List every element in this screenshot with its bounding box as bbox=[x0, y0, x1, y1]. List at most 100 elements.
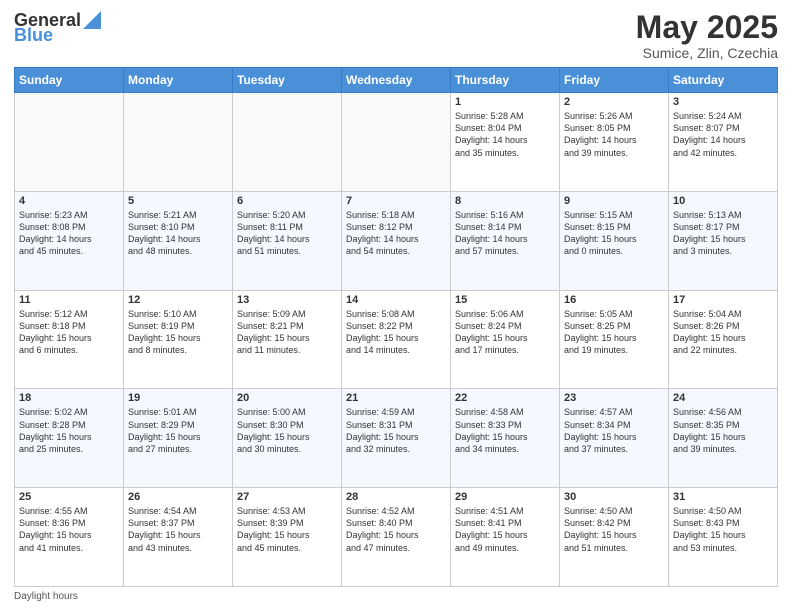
calendar-cell: 6 Sunrise: 5:20 AM Sunset: 8:11 PM Daylig… bbox=[233, 191, 342, 290]
day-number: 15 bbox=[455, 294, 555, 306]
calendar-cell: 26 Sunrise: 4:54 AM Sunset: 8:37 PM Dayli… bbox=[124, 488, 233, 587]
day-number: 18 bbox=[19, 392, 119, 404]
calendar-cell: 3 Sunrise: 5:24 AM Sunset: 8:07 PM Daylig… bbox=[669, 93, 778, 192]
col-thursday: Thursday bbox=[451, 68, 560, 93]
cell-content: Sunrise: 4:50 AM Sunset: 8:43 PM Dayligh… bbox=[673, 505, 773, 554]
cell-content: Sunrise: 5:28 AM Sunset: 8:04 PM Dayligh… bbox=[455, 110, 555, 159]
calendar-cell: 28Sunrise: 4:52 AM Sunset: 8:40 PM Dayli… bbox=[342, 488, 451, 587]
cell-content: Sunrise: 4:58 AM Sunset: 8:33 PM Dayligh… bbox=[455, 406, 555, 455]
day-number: 1 bbox=[455, 96, 555, 108]
calendar-header-row: Sunday Monday Tuesday Wednesday Thursday… bbox=[15, 68, 778, 93]
cell-content: Sunrise: 5:13 AM Sunset: 8:17 PM Dayligh… bbox=[673, 209, 773, 258]
calendar-cell bbox=[124, 93, 233, 192]
calendar-cell: 17 Sunrise: 5:04 AM Sunset: 8:26 PM Dayli… bbox=[669, 290, 778, 389]
col-saturday: Saturday bbox=[669, 68, 778, 93]
calendar-cell: 13 Sunrise: 5:09 AM Sunset: 8:21 PM Dayli… bbox=[233, 290, 342, 389]
day-number: 12 bbox=[128, 294, 228, 306]
cell-content: Sunrise: 5:26 AM Sunset: 8:05 PM Dayligh… bbox=[564, 110, 664, 159]
cell-content: Sunrise: 5:15 AM Sunset: 8:15 PM Dayligh… bbox=[564, 209, 664, 258]
calendar-cell: 2Sunrise: 5:26 AM Sunset: 8:05 PM Daylig… bbox=[560, 93, 669, 192]
cell-content: Sunrise: 4:53 AM Sunset: 8:39 PM Dayligh… bbox=[237, 505, 337, 554]
day-number: 20 bbox=[237, 392, 337, 404]
calendar-cell: 12 Sunrise: 5:10 AM Sunset: 8:19 PM Dayli… bbox=[124, 290, 233, 389]
calendar-cell: 30Sunrise: 4:50 AM Sunset: 8:42 PM Dayli… bbox=[560, 488, 669, 587]
day-number: 28 bbox=[346, 491, 446, 503]
cell-content: Sunrise: 4:51 AM Sunset: 8:41 PM Dayligh… bbox=[455, 505, 555, 554]
cell-content: Sunrise: 5:09 AM Sunset: 8:21 PM Dayligh… bbox=[237, 308, 337, 357]
day-number: 9 bbox=[564, 195, 664, 207]
day-number: 26 bbox=[128, 491, 228, 503]
cell-content: Sunrise: 5:21 AM Sunset: 8:10 PM Dayligh… bbox=[128, 209, 228, 258]
calendar-cell: 27 Sunrise: 4:53 AM Sunset: 8:39 PM Dayli… bbox=[233, 488, 342, 587]
footer-note: Daylight hours bbox=[14, 591, 778, 602]
day-number: 17 bbox=[673, 294, 773, 306]
page: General Blue May 2025 Sumice, Zlin, Czec… bbox=[0, 0, 792, 612]
col-friday: Friday bbox=[560, 68, 669, 93]
cell-content: Sunrise: 5:04 AM Sunset: 8:26 PM Dayligh… bbox=[673, 308, 773, 357]
cell-content: Sunrise: 5:00 AM Sunset: 8:30 PM Dayligh… bbox=[237, 406, 337, 455]
calendar-cell: 20 Sunrise: 5:00 AM Sunset: 8:30 PM Dayli… bbox=[233, 389, 342, 488]
calendar-cell: 11Sunrise: 5:12 AM Sunset: 8:18 PM Dayli… bbox=[15, 290, 124, 389]
cell-content: Sunrise: 5:08 AM Sunset: 8:22 PM Dayligh… bbox=[346, 308, 446, 357]
cell-content: Sunrise: 5:16 AM Sunset: 8:14 PM Dayligh… bbox=[455, 209, 555, 258]
day-number: 27 bbox=[237, 491, 337, 503]
cell-content: Sunrise: 5:06 AM Sunset: 8:24 PM Dayligh… bbox=[455, 308, 555, 357]
week-row-1: 1 Sunrise: 5:28 AM Sunset: 8:04 PM Daylig… bbox=[15, 93, 778, 192]
title-location: Sumice, Zlin, Czechia bbox=[636, 45, 778, 61]
day-number: 31 bbox=[673, 491, 773, 503]
cell-content: Sunrise: 5:10 AM Sunset: 8:19 PM Dayligh… bbox=[128, 308, 228, 357]
day-number: 24 bbox=[673, 392, 773, 404]
day-number: 19 bbox=[128, 392, 228, 404]
calendar-cell: 8 Sunrise: 5:16 AM Sunset: 8:14 PM Daylig… bbox=[451, 191, 560, 290]
calendar-cell: 24Sunrise: 4:56 AM Sunset: 8:35 PM Dayli… bbox=[669, 389, 778, 488]
calendar-cell: 18 Sunrise: 5:02 AM Sunset: 8:28 PM Dayli… bbox=[15, 389, 124, 488]
calendar-cell: 25 Sunrise: 4:55 AM Sunset: 8:36 PM Dayli… bbox=[15, 488, 124, 587]
cell-content: Sunrise: 5:12 AM Sunset: 8:18 PM Dayligh… bbox=[19, 308, 119, 357]
calendar-cell: 1 Sunrise: 5:28 AM Sunset: 8:04 PM Daylig… bbox=[451, 93, 560, 192]
day-number: 10 bbox=[673, 195, 773, 207]
title-block: May 2025 Sumice, Zlin, Czechia bbox=[636, 10, 778, 61]
logo-blue-text: Blue bbox=[14, 25, 53, 46]
calendar-cell bbox=[342, 93, 451, 192]
calendar-cell: 14 Sunrise: 5:08 AM Sunset: 8:22 PM Dayli… bbox=[342, 290, 451, 389]
cell-content: Sunrise: 5:24 AM Sunset: 8:07 PM Dayligh… bbox=[673, 110, 773, 159]
day-number: 22 bbox=[455, 392, 555, 404]
day-number: 21 bbox=[346, 392, 446, 404]
calendar-cell: 4 Sunrise: 5:23 AM Sunset: 8:08 PM Daylig… bbox=[15, 191, 124, 290]
day-number: 5 bbox=[128, 195, 228, 207]
day-number: 30 bbox=[564, 491, 664, 503]
cell-content: Sunrise: 5:20 AM Sunset: 8:11 PM Dayligh… bbox=[237, 209, 337, 258]
cell-content: Sunrise: 5:02 AM Sunset: 8:28 PM Dayligh… bbox=[19, 406, 119, 455]
day-number: 16 bbox=[564, 294, 664, 306]
day-number: 3 bbox=[673, 96, 773, 108]
calendar-cell: 23Sunrise: 4:57 AM Sunset: 8:34 PM Dayli… bbox=[560, 389, 669, 488]
col-tuesday: Tuesday bbox=[233, 68, 342, 93]
calendar-cell: 10 Sunrise: 5:13 AM Sunset: 8:17 PM Dayli… bbox=[669, 191, 778, 290]
calendar-cell bbox=[233, 93, 342, 192]
day-number: 4 bbox=[19, 195, 119, 207]
calendar-cell: 16 Sunrise: 5:05 AM Sunset: 8:25 PM Dayli… bbox=[560, 290, 669, 389]
cell-content: Sunrise: 5:01 AM Sunset: 8:29 PM Dayligh… bbox=[128, 406, 228, 455]
calendar-cell: 9 Sunrise: 5:15 AM Sunset: 8:15 PM Daylig… bbox=[560, 191, 669, 290]
day-number: 29 bbox=[455, 491, 555, 503]
calendar-cell: 29 Sunrise: 4:51 AM Sunset: 8:41 PM Dayli… bbox=[451, 488, 560, 587]
week-row-3: 11Sunrise: 5:12 AM Sunset: 8:18 PM Dayli… bbox=[15, 290, 778, 389]
header: General Blue May 2025 Sumice, Zlin, Czec… bbox=[14, 10, 778, 61]
calendar-table: Sunday Monday Tuesday Wednesday Thursday… bbox=[14, 67, 778, 587]
day-number: 25 bbox=[19, 491, 119, 503]
cell-content: Sunrise: 5:18 AM Sunset: 8:12 PM Dayligh… bbox=[346, 209, 446, 258]
title-month: May 2025 bbox=[636, 10, 778, 45]
cell-content: Sunrise: 4:55 AM Sunset: 8:36 PM Dayligh… bbox=[19, 505, 119, 554]
cell-content: Sunrise: 5:05 AM Sunset: 8:25 PM Dayligh… bbox=[564, 308, 664, 357]
cell-content: Sunrise: 4:54 AM Sunset: 8:37 PM Dayligh… bbox=[128, 505, 228, 554]
cell-content: Sunrise: 5:23 AM Sunset: 8:08 PM Dayligh… bbox=[19, 209, 119, 258]
logo: General Blue bbox=[14, 10, 101, 46]
calendar-cell bbox=[15, 93, 124, 192]
day-number: 13 bbox=[237, 294, 337, 306]
week-row-4: 18 Sunrise: 5:02 AM Sunset: 8:28 PM Dayli… bbox=[15, 389, 778, 488]
calendar-cell: 19 Sunrise: 5:01 AM Sunset: 8:29 PM Dayli… bbox=[124, 389, 233, 488]
day-number: 14 bbox=[346, 294, 446, 306]
day-number: 6 bbox=[237, 195, 337, 207]
col-monday: Monday bbox=[124, 68, 233, 93]
day-number: 8 bbox=[455, 195, 555, 207]
